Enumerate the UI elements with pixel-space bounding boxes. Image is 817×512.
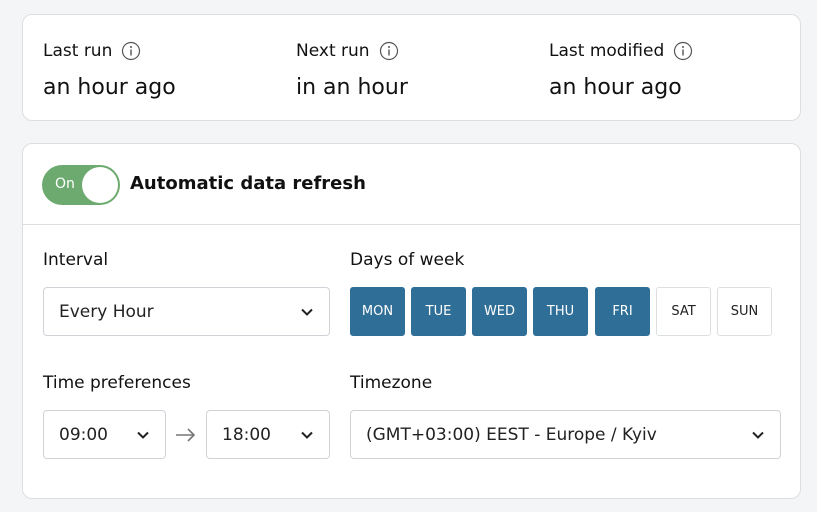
next-run-value: in an hour	[296, 75, 408, 100]
info-icon[interactable]	[379, 41, 399, 61]
info-icon[interactable]	[673, 41, 693, 61]
info-icon[interactable]	[121, 41, 141, 61]
arrow-right-icon	[175, 427, 197, 443]
timezone-label: Timezone	[350, 373, 433, 393]
last-modified-label: Last modified	[549, 41, 665, 61]
start-time-value: 09:00	[59, 425, 108, 445]
auto-refresh-card: On Automatic data refresh Interval Every…	[22, 143, 801, 499]
day-button-mon[interactable]: MON	[350, 287, 405, 336]
days-of-week-label: Days of week	[350, 250, 465, 270]
timezone-select[interactable]: (GMT+03:00) EEST - Europe / Kyiv	[350, 410, 781, 459]
chevron-down-icon	[301, 431, 313, 439]
auto-refresh-toggle[interactable]: On	[42, 165, 120, 205]
interval-label: Interval	[43, 250, 109, 270]
day-button-tue[interactable]: TUE	[411, 287, 466, 336]
last-run-label: Last run	[43, 41, 113, 61]
auto-refresh-header: On Automatic data refresh	[23, 144, 800, 225]
end-time-select[interactable]: 18:00	[206, 410, 330, 459]
day-button-sat[interactable]: SAT	[656, 287, 711, 336]
day-button-sun[interactable]: SUN	[717, 287, 772, 336]
day-button-thu[interactable]: THU	[533, 287, 588, 336]
toggle-knob	[82, 167, 118, 203]
last-modified-value: an hour ago	[549, 75, 682, 100]
toggle-label: On	[55, 176, 75, 192]
auto-refresh-title: Automatic data refresh	[130, 173, 366, 194]
time-preferences-label: Time preferences	[43, 373, 191, 393]
interval-select[interactable]: Every Hour	[43, 287, 330, 336]
timezone-value: (GMT+03:00) EEST - Europe / Kyiv	[366, 425, 657, 445]
interval-value: Every Hour	[59, 302, 154, 322]
start-time-select[interactable]: 09:00	[43, 410, 166, 459]
chevron-down-icon	[752, 431, 764, 439]
chevron-down-icon	[137, 431, 149, 439]
day-button-fri[interactable]: FRI	[595, 287, 650, 336]
next-run-label: Next run	[296, 41, 370, 61]
end-time-value: 18:00	[222, 425, 271, 445]
last-run-value: an hour ago	[43, 75, 176, 100]
day-button-wed[interactable]: WED	[472, 287, 527, 336]
run-stats-card: Last run an hour ago Next run in an hour…	[22, 14, 801, 121]
chevron-down-icon	[301, 308, 313, 316]
